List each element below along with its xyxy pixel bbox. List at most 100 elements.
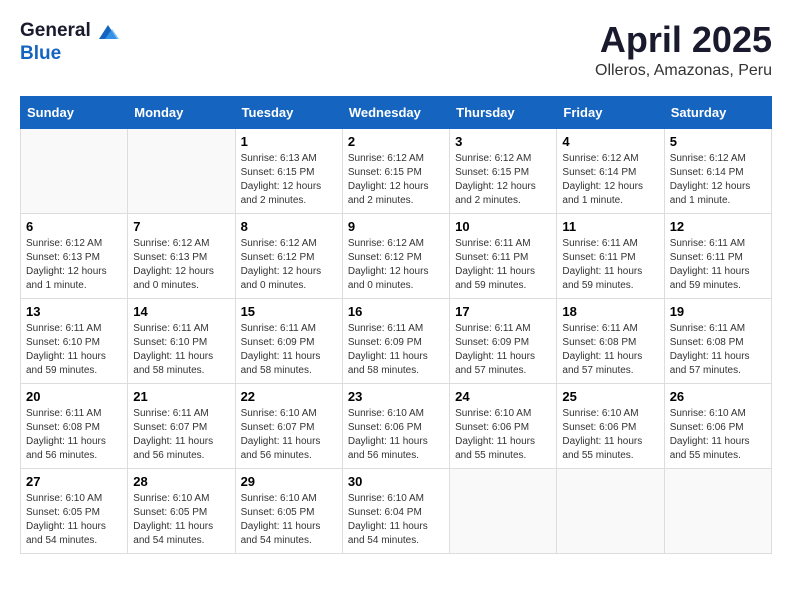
- day-number: 27: [26, 474, 122, 489]
- calendar-cell: 27Sunrise: 6:10 AM Sunset: 6:05 PM Dayli…: [21, 468, 128, 553]
- calendar-week-2: 6 Sunrise: 6:12 AM Sunset: 6:13 PM Daylig…: [21, 213, 772, 298]
- calendar-cell: 19Sunrise: 6:11 AM Sunset: 6:08 PM Dayli…: [664, 298, 771, 383]
- day-info: Sunrise: 6:13 AM Sunset: 6:15 PM Dayligh…: [241, 152, 337, 208]
- day-info: Sunrise: 6:12 AM Sunset: 6:14 PM Dayligh…: [670, 152, 766, 208]
- day-info: Sunrise: 6:11 AM Sunset: 6:10 PM Dayligh…: [26, 322, 122, 378]
- month-title: April 2025: [595, 20, 772, 60]
- calendar-cell: 4 Sunrise: 6:12 AM Sunset: 6:14 PM Daylig…: [557, 128, 664, 213]
- day-info: Sunrise: 6:10 AM Sunset: 6:06 PM Dayligh…: [455, 407, 551, 463]
- day-number: 9: [348, 219, 444, 234]
- day-number: 29: [241, 474, 337, 489]
- day-number: 14: [133, 304, 229, 319]
- calendar-cell: 1 Sunrise: 6:13 AM Sunset: 6:15 PM Daylig…: [235, 128, 342, 213]
- day-info: Sunrise: 6:12 AM Sunset: 6:13 PM Dayligh…: [133, 237, 229, 293]
- day-number: 5: [670, 134, 766, 149]
- calendar-cell: 25 Sunrise: 6:10 AM Sunset: 6:06 PM Dayli…: [557, 383, 664, 468]
- day-number: 23: [348, 389, 444, 404]
- day-number: 15: [241, 304, 337, 319]
- location-subtitle: Olleros, Amazonas, Peru: [595, 62, 772, 80]
- calendar-cell: 29Sunrise: 6:10 AM Sunset: 6:05 PM Dayli…: [235, 468, 342, 553]
- day-number: 10: [455, 219, 551, 234]
- day-info: Sunrise: 6:10 AM Sunset: 6:04 PM Dayligh…: [348, 492, 444, 548]
- calendar-cell: [128, 128, 235, 213]
- day-number: 30: [348, 474, 444, 489]
- calendar-cell: [664, 468, 771, 553]
- day-info: Sunrise: 6:12 AM Sunset: 6:12 PM Dayligh…: [241, 237, 337, 293]
- day-number: 11: [562, 219, 658, 234]
- day-number: 17: [455, 304, 551, 319]
- column-header-saturday: Saturday: [664, 96, 771, 128]
- calendar-cell: 15 Sunrise: 6:11 AM Sunset: 6:09 PM Dayli…: [235, 298, 342, 383]
- day-info: Sunrise: 6:11 AM Sunset: 6:09 PM Dayligh…: [241, 322, 337, 378]
- day-info: Sunrise: 6:10 AM Sunset: 6:05 PM Dayligh…: [133, 492, 229, 548]
- day-info: Sunrise: 6:12 AM Sunset: 6:13 PM Dayligh…: [26, 237, 122, 293]
- day-info: Sunrise: 6:10 AM Sunset: 6:06 PM Dayligh…: [348, 407, 444, 463]
- calendar-cell: 16 Sunrise: 6:11 AM Sunset: 6:09 PM Dayli…: [342, 298, 449, 383]
- day-number: 13: [26, 304, 122, 319]
- calendar-cell: 18Sunrise: 6:11 AM Sunset: 6:08 PM Dayli…: [557, 298, 664, 383]
- day-info: Sunrise: 6:12 AM Sunset: 6:14 PM Dayligh…: [562, 152, 658, 208]
- day-info: Sunrise: 6:11 AM Sunset: 6:08 PM Dayligh…: [26, 407, 122, 463]
- day-info: Sunrise: 6:12 AM Sunset: 6:15 PM Dayligh…: [348, 152, 444, 208]
- day-number: 6: [26, 219, 122, 234]
- day-number: 3: [455, 134, 551, 149]
- column-header-friday: Friday: [557, 96, 664, 128]
- day-info: Sunrise: 6:11 AM Sunset: 6:11 PM Dayligh…: [562, 237, 658, 293]
- logo-general: General: [20, 20, 91, 41]
- calendar-cell: 2Sunrise: 6:12 AM Sunset: 6:15 PM Daylig…: [342, 128, 449, 213]
- calendar-cell: 21 Sunrise: 6:11 AM Sunset: 6:07 PM Dayli…: [128, 383, 235, 468]
- calendar-cell: [557, 468, 664, 553]
- calendar-cell: [450, 468, 557, 553]
- calendar-week-1: 1 Sunrise: 6:13 AM Sunset: 6:15 PM Daylig…: [21, 128, 772, 213]
- day-number: 4: [562, 134, 658, 149]
- day-number: 1: [241, 134, 337, 149]
- day-number: 22: [241, 389, 337, 404]
- calendar-cell: 23 Sunrise: 6:10 AM Sunset: 6:06 PM Dayli…: [342, 383, 449, 468]
- day-number: 19: [670, 304, 766, 319]
- calendar-cell: 6 Sunrise: 6:12 AM Sunset: 6:13 PM Daylig…: [21, 213, 128, 298]
- day-number: 16: [348, 304, 444, 319]
- calendar-cell: 10 Sunrise: 6:11 AM Sunset: 6:11 PM Dayli…: [450, 213, 557, 298]
- day-info: Sunrise: 6:10 AM Sunset: 6:07 PM Dayligh…: [241, 407, 337, 463]
- calendar-cell: 20 Sunrise: 6:11 AM Sunset: 6:08 PM Dayli…: [21, 383, 128, 468]
- day-number: 12: [670, 219, 766, 234]
- logo-text: General: [20, 20, 119, 43]
- day-info: Sunrise: 6:10 AM Sunset: 6:06 PM Dayligh…: [670, 407, 766, 463]
- calendar-header-row: SundayMondayTuesdayWednesdayThursdayFrid…: [21, 96, 772, 128]
- day-info: Sunrise: 6:10 AM Sunset: 6:06 PM Dayligh…: [562, 407, 658, 463]
- day-number: 8: [241, 219, 337, 234]
- calendar-cell: 3 Sunrise: 6:12 AM Sunset: 6:15 PM Daylig…: [450, 128, 557, 213]
- calendar-cell: 11 Sunrise: 6:11 AM Sunset: 6:11 PM Dayli…: [557, 213, 664, 298]
- calendar-cell: 9 Sunrise: 6:12 AM Sunset: 6:12 PM Daylig…: [342, 213, 449, 298]
- title-area: April 2025 Olleros, Amazonas, Peru: [595, 20, 772, 80]
- page-header: General Blue April 2025 Olleros, Amazona…: [20, 20, 772, 80]
- column-header-thursday: Thursday: [450, 96, 557, 128]
- column-header-wednesday: Wednesday: [342, 96, 449, 128]
- day-number: 24: [455, 389, 551, 404]
- day-info: Sunrise: 6:12 AM Sunset: 6:12 PM Dayligh…: [348, 237, 444, 293]
- calendar-cell: 26Sunrise: 6:10 AM Sunset: 6:06 PM Dayli…: [664, 383, 771, 468]
- calendar-cell: 13 Sunrise: 6:11 AM Sunset: 6:10 PM Dayli…: [21, 298, 128, 383]
- day-info: Sunrise: 6:11 AM Sunset: 6:08 PM Dayligh…: [562, 322, 658, 378]
- day-info: Sunrise: 6:12 AM Sunset: 6:15 PM Dayligh…: [455, 152, 551, 208]
- day-info: Sunrise: 6:11 AM Sunset: 6:11 PM Dayligh…: [455, 237, 551, 293]
- day-info: Sunrise: 6:11 AM Sunset: 6:09 PM Dayligh…: [455, 322, 551, 378]
- calendar-cell: [21, 128, 128, 213]
- day-number: 21: [133, 389, 229, 404]
- day-info: Sunrise: 6:11 AM Sunset: 6:10 PM Dayligh…: [133, 322, 229, 378]
- day-number: 25: [562, 389, 658, 404]
- column-header-sunday: Sunday: [21, 96, 128, 128]
- day-info: Sunrise: 6:11 AM Sunset: 6:11 PM Dayligh…: [670, 237, 766, 293]
- calendar-cell: 24 Sunrise: 6:10 AM Sunset: 6:06 PM Dayli…: [450, 383, 557, 468]
- calendar-cell: 28Sunrise: 6:10 AM Sunset: 6:05 PM Dayli…: [128, 468, 235, 553]
- calendar-cell: 30 Sunrise: 6:10 AM Sunset: 6:04 PM Dayli…: [342, 468, 449, 553]
- logo: General Blue: [20, 20, 119, 65]
- calendar-week-5: 27 Sunrise: 6:10 AM Sunset: 6:05 PM Dayli…: [21, 468, 772, 553]
- calendar-cell: 5 Sunrise: 6:12 AM Sunset: 6:14 PM Daylig…: [664, 128, 771, 213]
- day-number: 20: [26, 389, 122, 404]
- day-info: Sunrise: 6:11 AM Sunset: 6:07 PM Dayligh…: [133, 407, 229, 463]
- day-info: Sunrise: 6:11 AM Sunset: 6:09 PM Dayligh…: [348, 322, 444, 378]
- calendar-cell: 14 Sunrise: 6:11 AM Sunset: 6:10 PM Dayli…: [128, 298, 235, 383]
- column-header-tuesday: Tuesday: [235, 96, 342, 128]
- calendar-cell: 22 Sunrise: 6:10 AM Sunset: 6:07 PM Dayli…: [235, 383, 342, 468]
